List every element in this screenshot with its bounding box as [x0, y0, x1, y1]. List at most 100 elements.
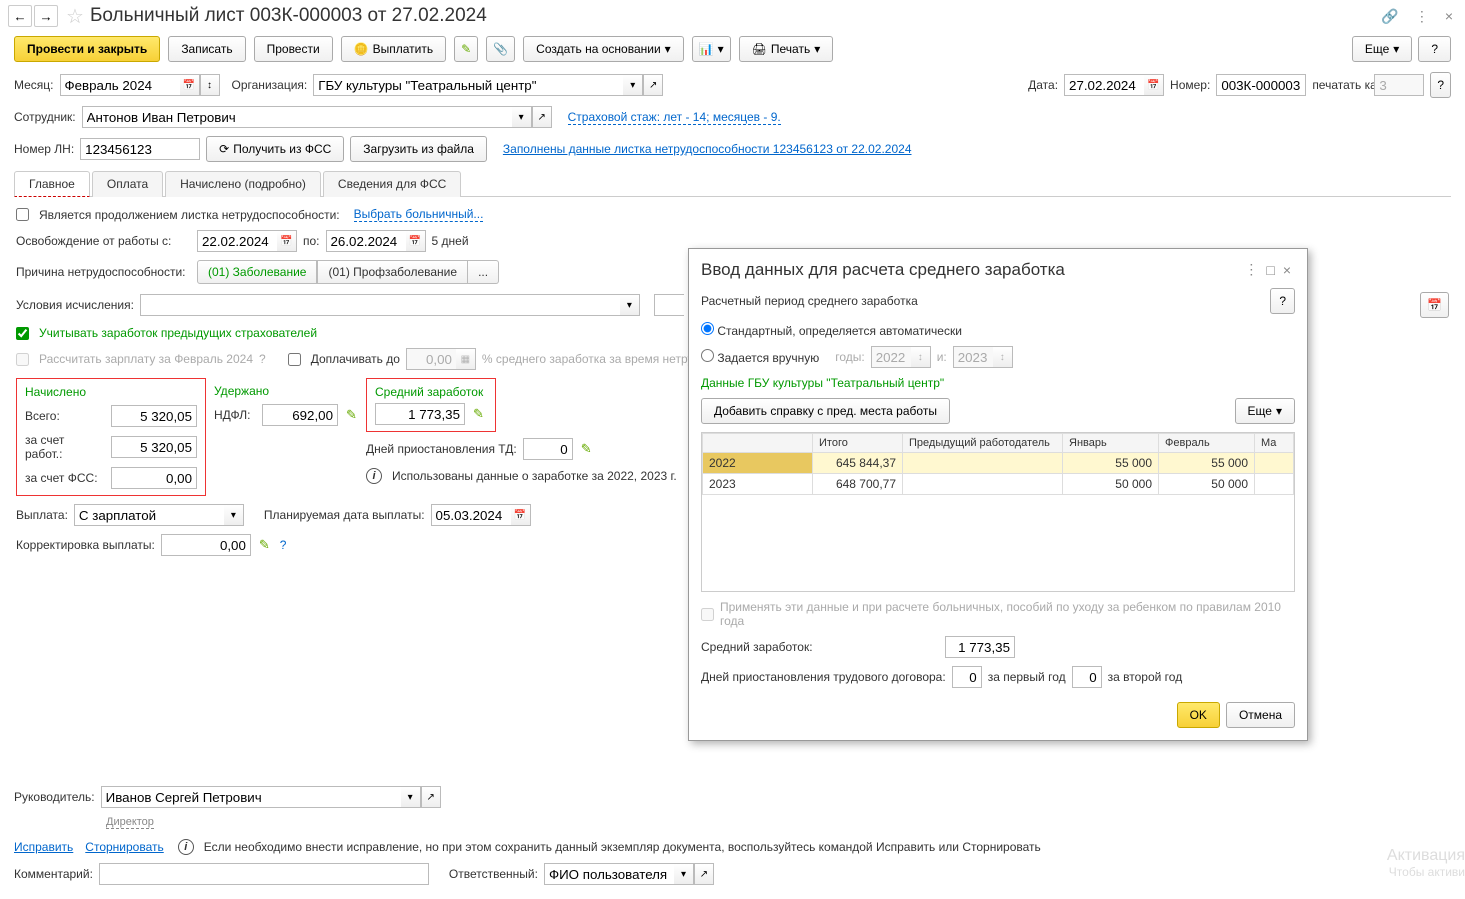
maximize-icon[interactable]: □: [1262, 260, 1278, 280]
employer-input[interactable]: [111, 436, 197, 458]
chevron-down-icon[interactable]: ▾: [674, 863, 694, 885]
calendar-icon[interactable]: 📅: [1144, 74, 1164, 96]
avg-input[interactable]: [375, 403, 465, 425]
pencil-icon[interactable]: ✎: [346, 407, 357, 423]
period-opt1[interactable]: Стандартный, определяется автоматически: [701, 322, 962, 338]
period-opt2[interactable]: Задается вручную: [701, 349, 819, 365]
print-as-help-button[interactable]: ?: [1430, 72, 1451, 98]
print-button[interactable]: 🖨 Печать ▾: [739, 36, 834, 62]
ln-input[interactable]: [80, 138, 200, 160]
chevron-down-icon[interactable]: ▾: [512, 106, 532, 128]
chevron-down-icon[interactable]: ▾: [623, 74, 643, 96]
susp2-input[interactable]: [1072, 666, 1102, 688]
save-button[interactable]: Записать: [168, 36, 245, 62]
chevron-down-icon[interactable]: ▾: [224, 504, 244, 526]
create-based-button[interactable]: Создать на основании ▾: [523, 36, 684, 62]
link-icon[interactable]: 🔗: [1377, 6, 1402, 27]
help-button[interactable]: ?: [1418, 36, 1451, 62]
reverse-link[interactable]: Сторнировать: [85, 840, 163, 854]
nav-forward-button[interactable]: →: [34, 5, 58, 27]
prev-insurers-checkbox[interactable]: [16, 327, 29, 340]
pencil-icon[interactable]: ✎: [259, 537, 270, 553]
open-icon[interactable]: ↗: [643, 74, 663, 96]
tab-fss[interactable]: Сведения для ФСС: [323, 171, 461, 197]
comment-input[interactable]: [99, 863, 429, 885]
tab-payment[interactable]: Оплата: [92, 171, 163, 197]
print-as-input: [1374, 74, 1424, 96]
continuation-checkbox[interactable]: [16, 208, 29, 221]
fix-link[interactable]: Исправить: [14, 840, 73, 854]
reason-more-button[interactable]: ...: [468, 260, 499, 284]
calendar-icon[interactable]: 📅: [511, 504, 531, 526]
report-button[interactable]: 📊▾: [692, 36, 731, 62]
get-fss-button[interactable]: ⟳ Получить из ФСС: [206, 136, 344, 162]
director-text[interactable]: Директор: [106, 816, 154, 829]
fss-input[interactable]: [111, 467, 197, 489]
date-to-input[interactable]: [326, 230, 406, 252]
pencil-icon[interactable]: ✎: [581, 441, 592, 457]
calc-cond2-input[interactable]: [654, 294, 684, 316]
correction-help[interactable]: ?: [280, 538, 287, 552]
period-radio-manual[interactable]: [701, 349, 714, 362]
manager-input[interactable]: [101, 786, 401, 808]
earnings-table[interactable]: Итого Предыдущий работодатель Январь Фев…: [702, 433, 1294, 495]
more-vert-icon[interactable]: ⋮: [1411, 6, 1433, 27]
number-input[interactable]: [1216, 74, 1306, 96]
tab-accrued[interactable]: Начислено (подробно): [165, 171, 321, 197]
info-text: Использованы данные о заработке за 2022,…: [392, 469, 677, 483]
clip-icon: 📎: [493, 42, 508, 56]
correction-input[interactable]: [161, 534, 251, 556]
favorite-star-icon[interactable]: ☆: [66, 4, 84, 29]
reason1-button[interactable]: (01) Заболевание: [197, 260, 317, 284]
payup-checkbox[interactable]: [288, 353, 301, 366]
org-input[interactable]: [313, 74, 623, 96]
stepper-icon[interactable]: ↕: [200, 74, 220, 96]
close-icon[interactable]: ×: [1441, 6, 1457, 26]
total-input[interactable]: [111, 405, 197, 427]
more-vert-icon[interactable]: ⋮: [1240, 259, 1262, 280]
add-ref-button[interactable]: Добавить справку с пред. места работы: [701, 398, 950, 424]
date-input[interactable]: [1064, 74, 1144, 96]
reason2-button[interactable]: (01) Профзаболевание: [317, 260, 468, 284]
popup-avg-input[interactable]: [945, 636, 1015, 658]
calendar-icon[interactable]: 📅: [406, 230, 426, 252]
tab-main[interactable]: Главное: [14, 171, 90, 197]
calendar-icon[interactable]: 📅: [180, 74, 200, 96]
post-and-close-button[interactable]: Провести и закрыть: [14, 36, 160, 62]
payment-input[interactable]: [74, 504, 224, 526]
ok-button[interactable]: OK: [1177, 702, 1220, 728]
chevron-down-icon[interactable]: ▾: [401, 786, 421, 808]
date-from-input[interactable]: [197, 230, 277, 252]
pencil-icon[interactable]: ✎: [473, 406, 484, 422]
susp1-input[interactable]: [952, 666, 982, 688]
popup-help-button[interactable]: ?: [1270, 288, 1295, 314]
close-icon[interactable]: ×: [1279, 260, 1295, 280]
select-sick-link[interactable]: Выбрать больничный...: [354, 207, 484, 222]
open-icon[interactable]: ↗: [532, 106, 552, 128]
calc-cond-input[interactable]: [140, 294, 620, 316]
stepper-icon: ↕: [911, 346, 931, 368]
ln-filled-link[interactable]: Заполнены данные листка нетрудоспособнос…: [503, 142, 912, 156]
month-input[interactable]: [60, 74, 180, 96]
ndfl-input[interactable]: [262, 404, 338, 426]
open-icon[interactable]: ↗: [421, 786, 441, 808]
pay-button[interactable]: 🪙Выплатить: [341, 36, 446, 62]
load-file-button[interactable]: Загрузить из файла: [350, 136, 487, 162]
popup-more-button[interactable]: Еще ▾: [1235, 398, 1295, 424]
cancel-button[interactable]: Отмена: [1226, 702, 1295, 728]
more-button[interactable]: Еще ▾: [1352, 36, 1412, 62]
responsible-input[interactable]: [544, 863, 674, 885]
employee-input[interactable]: [82, 106, 512, 128]
open-icon[interactable]: ↗: [694, 863, 714, 885]
insurance-link[interactable]: Страховой стаж: лет - 14; месяцев - 9.: [568, 110, 781, 125]
nav-back-button[interactable]: ←: [8, 5, 32, 27]
calendar-button[interactable]: 📅: [1420, 292, 1449, 318]
calendar-icon[interactable]: 📅: [277, 230, 297, 252]
chevron-down-icon[interactable]: ▾: [620, 294, 640, 316]
planned-date-input[interactable]: [431, 504, 511, 526]
suspension-input[interactable]: [523, 438, 573, 460]
attach-button[interactable]: 📎: [486, 36, 515, 62]
edit-icon-button[interactable]: ✎: [454, 36, 478, 62]
period-radio-auto[interactable]: [701, 322, 714, 335]
post-button[interactable]: Провести: [254, 36, 333, 62]
